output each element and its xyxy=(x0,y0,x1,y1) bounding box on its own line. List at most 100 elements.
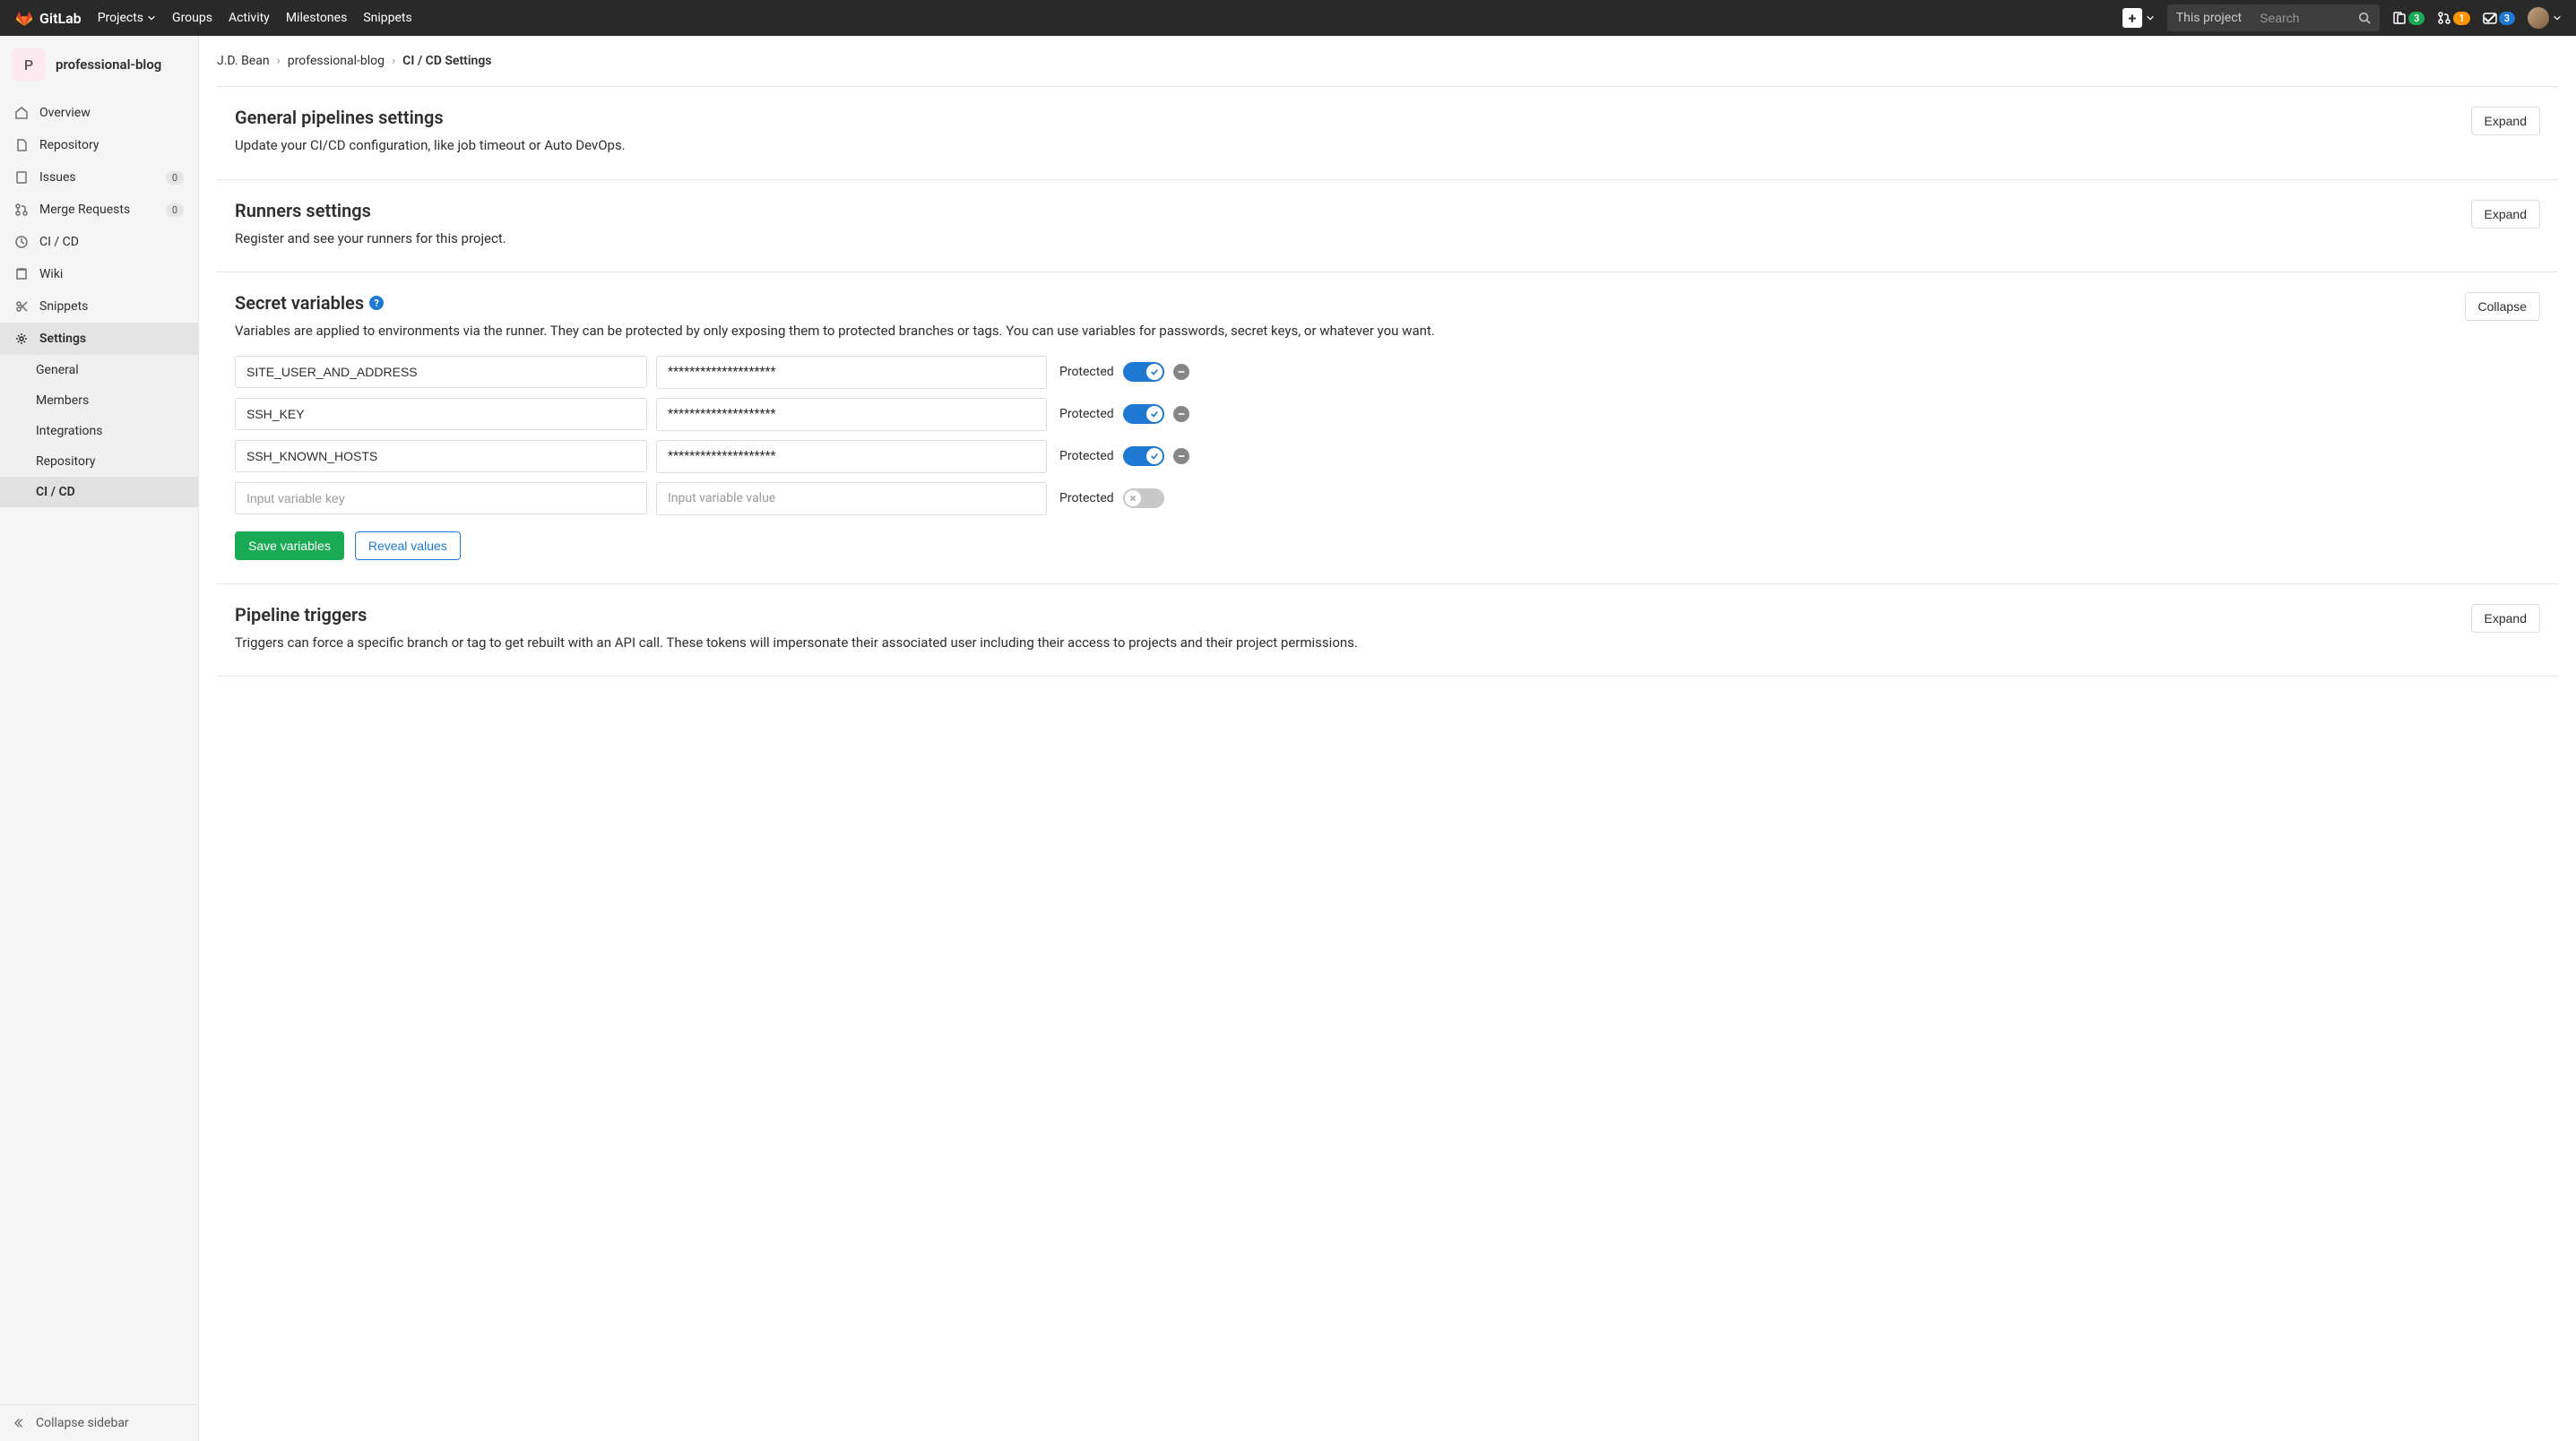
section-title: Runners settings xyxy=(235,200,2453,221)
sidebar-item-issues[interactable]: Issues 0 xyxy=(0,161,198,194)
variable-value-input[interactable] xyxy=(656,482,1047,515)
variable-value-input[interactable] xyxy=(656,356,1047,389)
project-name: professional-blog xyxy=(56,56,161,73)
doc-icon xyxy=(14,138,29,152)
scissors-icon xyxy=(14,299,29,314)
variable-value-input[interactable] xyxy=(656,398,1047,431)
nav-activity[interactable]: Activity xyxy=(229,11,270,25)
home-icon xyxy=(14,106,29,120)
variable-key-input[interactable] xyxy=(235,356,647,388)
nav-mr-badge[interactable]: 1 xyxy=(2437,11,2469,25)
remove-variable-button[interactable] xyxy=(1173,448,1189,464)
project-avatar: P xyxy=(13,48,45,81)
collapse-button[interactable]: Collapse xyxy=(2465,292,2540,321)
todos-icon xyxy=(2483,11,2497,25)
search-bar: This project xyxy=(2167,4,2380,31)
sidebar-item-label: Settings xyxy=(39,332,86,346)
x-icon xyxy=(1128,494,1137,503)
settings-submenu: General Members Integrations Repository … xyxy=(0,355,198,507)
nav-right: + This project 3 1 3 xyxy=(2122,4,2562,31)
expand-button[interactable]: Expand xyxy=(2471,107,2540,135)
sidebar-item-repository[interactable]: Repository xyxy=(0,129,198,161)
protected-toggle[interactable] xyxy=(1123,446,1164,466)
sidebar-item-label: Issues xyxy=(39,170,76,185)
sidebar-item-label: Repository xyxy=(39,138,99,152)
crumb-user[interactable]: J.D. Bean xyxy=(217,54,270,68)
save-variables-button[interactable]: Save variables xyxy=(235,531,344,560)
sidebar-item-overview[interactable]: Overview xyxy=(0,97,198,129)
section-general: General pipelines settings Update your C… xyxy=(217,87,2558,180)
variable-key-input[interactable] xyxy=(235,482,647,514)
sidebar-item-label: Snippets xyxy=(39,299,88,314)
variable-row: Protected xyxy=(235,398,2540,431)
section-secret-variables: Secret variables ? Variables are applied… xyxy=(217,272,2558,584)
section-runners: Runners settings Register and see your r… xyxy=(217,180,2558,273)
variables-table: Protected Protected xyxy=(235,356,2540,515)
search-icon[interactable] xyxy=(2349,12,2380,24)
todos-count: 3 xyxy=(2499,12,2515,25)
section-desc: Update your CI/CD configuration, like jo… xyxy=(235,135,2453,156)
check-icon xyxy=(1150,367,1159,376)
sidebar-item-wiki[interactable]: Wiki xyxy=(0,258,198,290)
reveal-values-button[interactable]: Reveal values xyxy=(355,531,461,560)
brand-text: GitLab xyxy=(39,10,82,27)
avatar xyxy=(2528,7,2549,29)
top-navbar: GitLab Projects Groups Activity Mileston… xyxy=(0,0,2576,36)
check-icon xyxy=(1150,452,1159,461)
sub-integrations[interactable]: Integrations xyxy=(0,416,198,446)
section-desc: Variables are applied to environments vi… xyxy=(235,321,2447,341)
protected-toggle[interactable] xyxy=(1123,404,1164,424)
nav-projects[interactable]: Projects xyxy=(98,11,156,25)
new-dropdown[interactable]: + xyxy=(2122,8,2155,28)
remove-variable-button[interactable] xyxy=(1173,406,1189,422)
collapse-icon xyxy=(14,1417,27,1429)
crumb-project[interactable]: professional-blog xyxy=(288,54,385,68)
nav-snippets[interactable]: Snippets xyxy=(363,11,411,25)
project-header[interactable]: P professional-blog xyxy=(0,36,198,97)
chevron-right-icon: › xyxy=(277,54,281,68)
search-scope[interactable]: This project xyxy=(2167,11,2251,25)
user-menu[interactable] xyxy=(2528,7,2562,29)
sub-general[interactable]: General xyxy=(0,355,198,385)
protected-toggle[interactable] xyxy=(1123,362,1164,382)
chevron-down-icon xyxy=(2146,13,2155,22)
rocket-icon xyxy=(14,235,29,249)
remove-variable-button[interactable] xyxy=(1173,364,1189,380)
gear-icon xyxy=(14,332,29,346)
sub-members[interactable]: Members xyxy=(0,385,198,416)
mr-count: 1 xyxy=(2453,12,2469,25)
nav-left: GitLab Projects Groups Activity Mileston… xyxy=(14,8,412,28)
help-icon[interactable]: ? xyxy=(369,296,384,310)
nav-groups[interactable]: Groups xyxy=(172,11,212,25)
variable-key-input[interactable] xyxy=(235,398,647,430)
search-input[interactable] xyxy=(2251,4,2349,31)
collapse-sidebar[interactable]: Collapse sidebar xyxy=(0,1404,198,1441)
sidebar-item-merge-requests[interactable]: Merge Requests 0 xyxy=(0,194,198,226)
sidebar-item-label: Merge Requests xyxy=(39,203,130,217)
variable-value-input[interactable] xyxy=(656,440,1047,473)
protected-toggle[interactable] xyxy=(1123,488,1164,508)
book-icon xyxy=(14,267,29,281)
plus-icon: + xyxy=(2122,8,2142,28)
issues-count: 3 xyxy=(2408,12,2425,25)
merge-request-icon xyxy=(14,203,29,217)
sidebar-item-settings[interactable]: Settings xyxy=(0,323,198,355)
expand-button[interactable]: Expand xyxy=(2471,604,2540,633)
gitlab-icon xyxy=(14,8,34,28)
sub-repository[interactable]: Repository xyxy=(0,446,198,477)
merge-request-icon xyxy=(2437,11,2451,25)
nav-milestones[interactable]: Milestones xyxy=(286,11,348,25)
sidebar-item-cicd[interactable]: CI / CD xyxy=(0,226,198,258)
expand-button[interactable]: Expand xyxy=(2471,200,2540,229)
section-title: Secret variables ? xyxy=(235,292,2447,314)
check-icon xyxy=(1150,410,1159,418)
sidebar-item-snippets[interactable]: Snippets xyxy=(0,290,198,323)
gitlab-logo[interactable]: GitLab xyxy=(14,8,82,28)
sub-cicd[interactable]: CI / CD xyxy=(0,477,198,507)
chevron-right-icon: › xyxy=(392,54,395,68)
nav-todos-badge[interactable]: 3 xyxy=(2483,11,2515,25)
variable-key-input[interactable] xyxy=(235,440,647,472)
protected-label: Protected xyxy=(1059,491,1114,505)
nav-issues-badge[interactable]: 3 xyxy=(2392,11,2425,25)
variable-row: Protected xyxy=(235,356,2540,389)
